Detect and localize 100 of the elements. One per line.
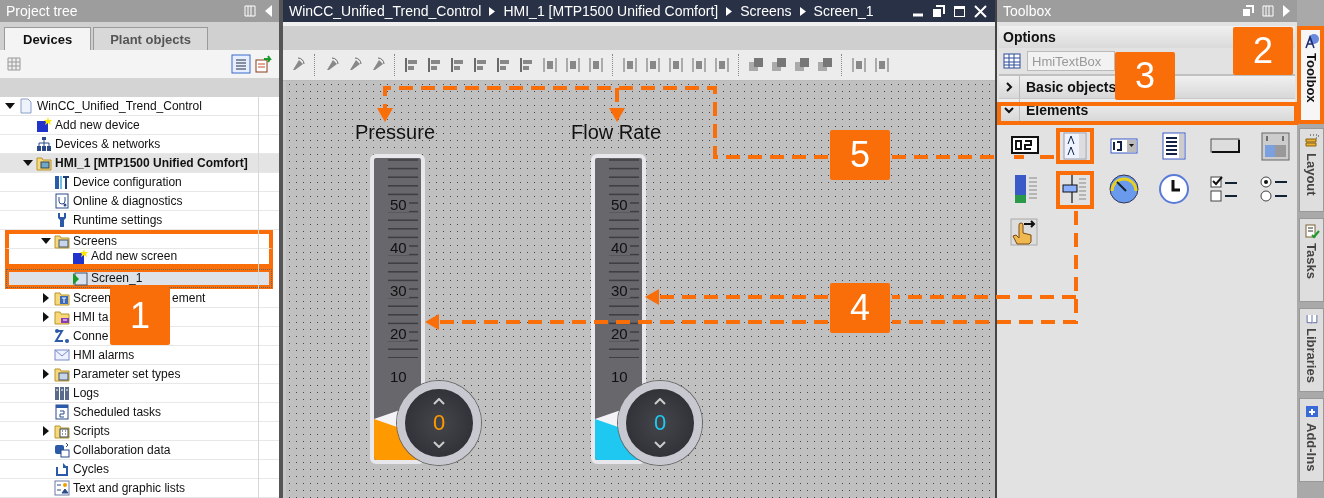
step-number-badge: 4 — [830, 283, 890, 333]
tree-label: HMI ta — [73, 310, 109, 324]
tree-label: Runtime settings — [73, 213, 163, 227]
collapsed-arrow-icon[interactable] — [41, 312, 51, 322]
chevron-down-icon[interactable] — [433, 441, 445, 448]
breadcrumb-item[interactable]: HMI_1 [MTP1500 Unified Comfort] — [503, 3, 719, 19]
tree-item[interactable]: Runtime settings — [0, 211, 279, 230]
step-number-badge: 5 — [830, 130, 890, 180]
tree-item[interactable]: Parameter set types — [0, 365, 279, 384]
tree-item[interactable]: Device configuration — [0, 173, 279, 192]
switch-icon[interactable] — [1258, 129, 1290, 162]
breadcrumb-item[interactable]: Screen_1 — [813, 3, 874, 19]
collapsed-arrow-icon[interactable] — [41, 369, 51, 379]
side-tab[interactable]: Add-Ins — [1299, 398, 1324, 482]
add-in-icon — [1303, 403, 1320, 419]
tree-label: Scripts — [73, 424, 110, 438]
scale-label: 50 — [609, 198, 630, 212]
panel-tab[interactable]: Devices — [4, 27, 92, 50]
section-title: Elements — [1026, 102, 1089, 118]
details-view-icon[interactable] — [231, 54, 251, 74]
export-icon[interactable] — [255, 55, 273, 73]
tree-item[interactable]: HMI alarms — [0, 346, 279, 365]
expanded-arrow-icon[interactable] — [41, 236, 51, 246]
panel-title: Project tree — [6, 3, 79, 19]
section-title: Options — [1003, 29, 1056, 45]
restore-icon[interactable] — [932, 4, 945, 18]
table-icon[interactable] — [1003, 53, 1021, 69]
value-knob[interactable]: 0 — [397, 381, 481, 465]
center-icon[interactable] — [541, 56, 559, 74]
chevron-up-icon[interactable] — [654, 398, 666, 405]
cycle-icon — [54, 461, 70, 477]
breadcrumb-arrow-icon — [799, 6, 806, 16]
collapsed-arrow-icon[interactable] — [41, 293, 51, 303]
slider-label: Flow Rate — [570, 121, 662, 144]
side-tab[interactable]: Libraries — [1299, 308, 1324, 392]
binders-icon — [54, 385, 70, 401]
scale-label: 40 — [388, 241, 409, 255]
breadcrumb-item[interactable]: WinCC_Unified_Trend_Control — [289, 3, 482, 19]
style-field[interactable]: HmiTextBox — [1027, 51, 1115, 71]
collapse-left-icon[interactable] — [264, 5, 273, 17]
slider-value: 0 — [653, 410, 667, 436]
scale-label: 20 — [609, 327, 630, 341]
tree-label: Conne — [73, 329, 109, 343]
touch-area-icon[interactable] — [1008, 215, 1040, 248]
chevron-down-icon[interactable] — [654, 441, 666, 448]
tree-item[interactable]: Add new device — [0, 116, 279, 135]
expanded-arrow-icon[interactable] — [5, 101, 15, 111]
gauge-icon[interactable] — [1108, 172, 1140, 205]
tree-item[interactable]: Online & diagnostics — [0, 192, 279, 211]
tree-label: Scheduled tasks — [73, 405, 162, 419]
breadcrumb-item[interactable]: Screens — [740, 3, 792, 19]
tree-item[interactable]: Collaboration data — [0, 441, 279, 460]
device-config-icon — [54, 174, 70, 190]
tree-item[interactable]: Logs — [0, 384, 279, 403]
tree-label: Screen_1 — [91, 272, 143, 285]
clock-icon[interactable] — [1158, 172, 1190, 205]
layout-icon — [1303, 133, 1320, 149]
folder-icon — [54, 233, 70, 249]
tree-label: WinCC_Unified_Trend_Control — [37, 99, 202, 113]
tree-label: Add new screen — [91, 250, 178, 263]
tree-label: Parameter set types — [73, 367, 181, 381]
side-tab[interactable]: Layout — [1299, 128, 1324, 212]
scale-label: 20 — [388, 327, 409, 341]
list-icon — [54, 480, 70, 496]
tree-item[interactable]: Cycles — [0, 460, 279, 479]
script-folder-icon — [54, 423, 70, 439]
slider-value: 0 — [432, 410, 446, 436]
chevron-up-icon[interactable] — [433, 398, 445, 405]
expanded-arrow-icon[interactable] — [23, 158, 33, 168]
diagnostics-icon — [54, 193, 70, 209]
add-new-icon — [36, 117, 52, 133]
collapse-right-icon[interactable] — [1282, 5, 1291, 17]
close-icon[interactable] — [974, 4, 987, 18]
tree-label: Screens — [73, 234, 118, 248]
tree-item[interactable]: Scripts — [0, 422, 279, 441]
tree-item[interactable]: Screens — [5, 230, 273, 249]
collapsed-arrow-icon[interactable] — [41, 426, 51, 436]
scale-label: 50 — [388, 198, 409, 212]
tree-item[interactable]: Text and graphic lists — [0, 479, 279, 498]
bring-front-icon[interactable] — [747, 56, 765, 74]
chevron-right-icon — [1004, 82, 1014, 92]
tree-label: HMI_1 [MTP1500 Unified Comfort] — [55, 156, 248, 170]
tree-item[interactable]: HMI_1 [MTP1500 Unified Comfort] — [0, 154, 279, 173]
folder-icon — [54, 366, 70, 382]
maximize-icon[interactable] — [953, 4, 966, 18]
panel-tab[interactable]: Plant objects — [93, 27, 209, 50]
value-knob[interactable]: 0 — [618, 381, 702, 465]
tree-item[interactable]: WinCC_Unified_Trend_Control — [0, 97, 279, 116]
highlight-frame — [1056, 171, 1094, 209]
breadcrumb-arrow-icon — [489, 6, 496, 16]
step-number-badge: 2 — [1233, 27, 1293, 75]
highlight-frame — [1056, 128, 1094, 164]
tree-label: Add new device — [55, 118, 140, 132]
tree-item[interactable]: Scheduled tasks — [0, 403, 279, 422]
tool-folder-icon — [54, 290, 70, 306]
calendar-icon — [54, 404, 70, 420]
panel-title: Toolbox — [1003, 3, 1053, 19]
tree-item[interactable]: Screen_1 — [5, 268, 273, 289]
connections-icon — [54, 328, 70, 344]
side-tab[interactable]: Tasks — [1299, 218, 1324, 302]
